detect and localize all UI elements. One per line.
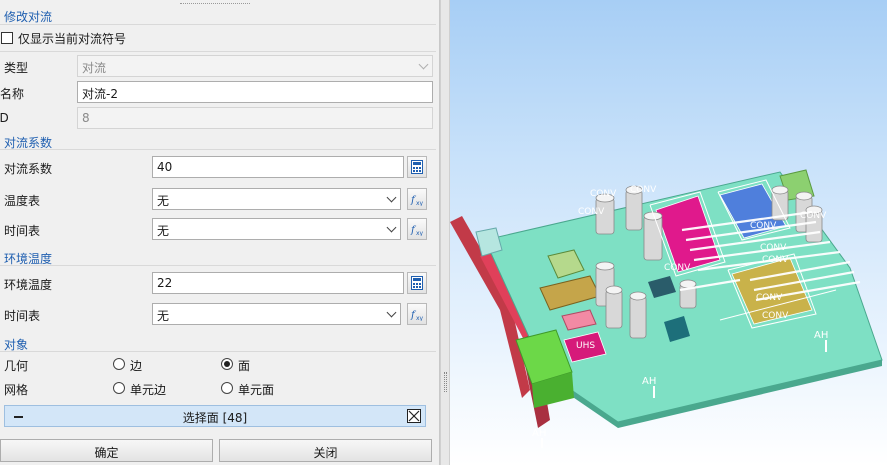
temp-table-select[interactable]: 无 [152, 188, 401, 210]
function-icon: f xy [410, 195, 424, 206]
calculator-button[interactable] [407, 272, 427, 294]
mesh-face-radio[interactable] [221, 382, 233, 394]
coef-input[interactable]: 40 [152, 156, 404, 178]
env-time-select[interactable]: 无 [152, 303, 401, 325]
conv-label: CONV [756, 293, 783, 303]
calculator-icon [411, 276, 423, 290]
selection-bar[interactable]: 选择面 [48] [4, 405, 426, 427]
svg-text:xy: xy [416, 200, 424, 206]
name-input[interactable]: 对流-2 [77, 81, 433, 103]
uhs-label: UHS [576, 341, 595, 351]
temp-table-value: 无 [157, 194, 170, 208]
ah-label: AH [814, 330, 828, 341]
capacitor-top [605, 285, 623, 295]
divider [0, 149, 436, 150]
capacitor [625, 189, 643, 231]
capacitor-top [771, 185, 789, 195]
3d-viewport[interactable]: CONV CONV CONV CONV CONV CONV CONV CONV … [450, 0, 887, 465]
geometry-label: 几何 [4, 359, 29, 373]
panel-resize-grip[interactable] [180, 0, 250, 4]
conv-label: CONV [760, 243, 787, 253]
conv-label: CONV [578, 207, 605, 217]
time-table-select[interactable]: 无 [152, 218, 401, 240]
env-time-value: 无 [157, 309, 170, 323]
mesh-face-label: 单元面 [238, 383, 275, 397]
modify-convection-panel: 修改对流 仅显示当前对流符号 类型 对流 名称 对流-2 ID 8 对流系数 对… [0, 0, 440, 465]
selection-text: 选择面 [48] [182, 411, 248, 425]
panel-splitter[interactable] [440, 0, 450, 465]
env-temp-label: 环境温度 [4, 278, 53, 292]
conv-label: CONV [590, 189, 617, 199]
geometry-edge-radio[interactable] [113, 358, 125, 370]
divider [0, 51, 436, 52]
id-label: ID [0, 111, 9, 125]
close-button[interactable]: 关闭 [219, 439, 432, 462]
id-field: 8 [77, 107, 433, 129]
mesh-edge-label: 单元边 [130, 383, 167, 397]
function-icon: f xy [410, 310, 424, 321]
pcb-model: CONV CONV CONV CONV CONV CONV CONV CONV … [450, 169, 883, 448]
only-show-current-label: 仅显示当前对流符号 [18, 32, 127, 46]
capacitor [605, 289, 623, 329]
capacitor-top [629, 291, 647, 301]
ah-label: AH [642, 376, 656, 387]
type-value: 对流 [82, 61, 107, 75]
capacitor-top [795, 191, 813, 201]
conv-label: CONV [762, 255, 789, 265]
chevron-down-icon [386, 222, 397, 233]
name-label: 名称 [0, 87, 25, 101]
only-show-current-checkbox[interactable] [1, 32, 13, 44]
svg-text:xy: xy [416, 230, 424, 236]
time-table-label: 时间表 [4, 224, 41, 238]
calculator-button[interactable] [407, 156, 427, 178]
temp-function-button[interactable]: f xy [407, 188, 427, 210]
type-select[interactable]: 对流 [77, 55, 433, 77]
calculator-icon [411, 160, 423, 174]
splitter-grip-icon [444, 372, 447, 392]
function-icon: f xy [410, 225, 424, 236]
mesh-edge-radio[interactable] [113, 382, 125, 394]
clear-selection-icon[interactable] [407, 409, 421, 423]
divider [0, 351, 436, 352]
capacitor [629, 295, 647, 339]
conv-label: CONV [750, 221, 777, 231]
env-temp-input[interactable]: 22 [152, 272, 404, 294]
geometry-face-label: 面 [238, 359, 251, 373]
conv-label: CONV [762, 311, 789, 321]
env-time-function-button[interactable]: f xy [407, 303, 427, 325]
temp-table-label: 温度表 [4, 194, 41, 208]
conv-label: CONV [800, 211, 827, 221]
conv-label: CONV [664, 263, 691, 273]
capacitor [643, 215, 663, 261]
modify-title: 修改对流 [4, 10, 53, 24]
close-icon [408, 410, 420, 422]
capacitor-top [595, 261, 615, 271]
chevron-down-icon [386, 307, 397, 318]
divider [0, 265, 436, 266]
geometry-face-radio[interactable] [221, 358, 233, 370]
chevron-down-icon [386, 192, 397, 203]
type-label: 类型 [4, 61, 29, 75]
conv-label: CONV [630, 185, 657, 195]
coef-label: 对流系数 [4, 162, 53, 176]
env-time-label: 时间表 [4, 309, 41, 323]
ah-label: AH [532, 428, 546, 439]
svg-text:xy: xy [416, 315, 424, 321]
divider [0, 24, 436, 25]
chevron-down-icon [418, 59, 429, 70]
time-table-value: 无 [157, 224, 170, 238]
ok-button[interactable]: 确定 [0, 439, 213, 462]
time-function-button[interactable]: f xy [407, 218, 427, 240]
geometry-edge-label: 边 [130, 359, 143, 373]
mesh-label: 网格 [4, 383, 29, 397]
